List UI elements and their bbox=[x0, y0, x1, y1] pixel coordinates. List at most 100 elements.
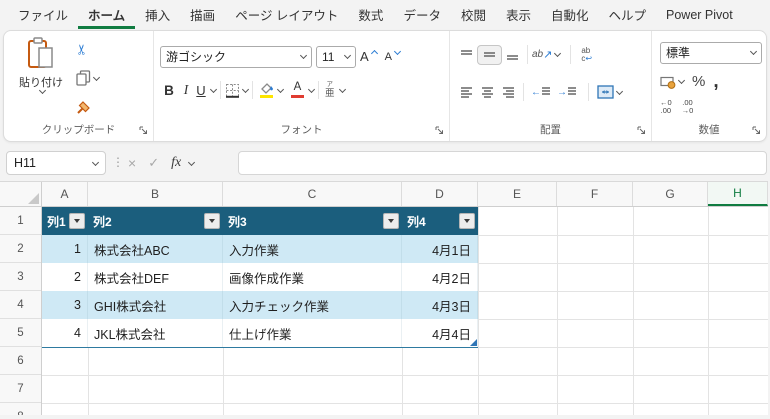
column-header-f[interactable]: F bbox=[557, 182, 633, 206]
paste-button[interactable]: 貼り付け bbox=[14, 37, 68, 119]
column-header-a[interactable]: A bbox=[42, 182, 88, 206]
row-header-4[interactable]: 4 bbox=[0, 291, 41, 319]
menu-tab-review[interactable]: 校閲 bbox=[451, 0, 496, 29]
menu-tab-insert[interactable]: 挿入 bbox=[135, 0, 180, 29]
bold-button[interactable]: B bbox=[160, 83, 178, 98]
column-header-e[interactable]: E bbox=[478, 182, 557, 206]
menu-tab-home[interactable]: ホーム bbox=[78, 0, 136, 29]
menu-tab-formulas[interactable]: 数式 bbox=[348, 0, 393, 29]
comma-style-button[interactable]: , bbox=[713, 71, 718, 91]
merge-center-button[interactable] bbox=[597, 85, 614, 99]
row-header-6[interactable]: 6 bbox=[0, 347, 41, 375]
table-resize-handle[interactable] bbox=[470, 339, 477, 346]
table-cell[interactable]: 1 bbox=[42, 235, 88, 263]
table-cell[interactable]: 4月4日 bbox=[402, 319, 478, 347]
menu-tab-view[interactable]: 表示 bbox=[496, 0, 541, 29]
orientation-button[interactable]: ab ↗ bbox=[532, 48, 552, 61]
font-color-button[interactable]: A bbox=[289, 82, 306, 98]
table-cell[interactable]: 3 bbox=[42, 291, 88, 319]
menu-tab-help[interactable]: ヘルプ bbox=[599, 0, 657, 29]
copy-button[interactable] bbox=[76, 68, 101, 88]
table-cell[interactable]: 入力チェック作業 bbox=[223, 291, 402, 319]
row-header-5[interactable]: 5 bbox=[0, 319, 41, 347]
menu-tab-draw[interactable]: 描画 bbox=[180, 0, 225, 29]
phonetic-dropdown-icon[interactable] bbox=[338, 85, 346, 93]
font-color-dropdown-icon[interactable] bbox=[307, 85, 316, 93]
row-header-1[interactable]: 1 bbox=[0, 207, 41, 235]
alignment-dialog-launcher-icon[interactable] bbox=[637, 126, 646, 135]
name-box[interactable]: H11 bbox=[6, 151, 106, 175]
filter-button-col2[interactable] bbox=[204, 213, 220, 229]
align-left-button[interactable] bbox=[456, 84, 477, 100]
row-header-7[interactable]: 7 bbox=[0, 375, 41, 403]
menu-tab-file[interactable]: ファイル bbox=[8, 0, 78, 29]
table-cell[interactable]: 4月2日 bbox=[402, 263, 478, 291]
borders-button[interactable] bbox=[225, 83, 240, 98]
merge-center-dropdown-icon[interactable] bbox=[615, 87, 624, 95]
table-cell[interactable]: 株式会社DEF bbox=[88, 263, 223, 291]
fill-color-button[interactable] bbox=[257, 82, 275, 98]
decrease-decimal-button[interactable]: .00 →0 bbox=[682, 98, 694, 116]
table-cell[interactable]: 株式会社ABC bbox=[88, 235, 223, 263]
align-top-button[interactable] bbox=[456, 47, 477, 63]
column-header-b[interactable]: B bbox=[88, 182, 223, 206]
table-cell[interactable]: 4月1日 bbox=[402, 235, 478, 263]
filter-button-col3[interactable] bbox=[383, 213, 399, 229]
table-cell[interactable]: 画像作成作業 bbox=[223, 263, 402, 291]
italic-button[interactable]: I bbox=[178, 82, 194, 98]
font-size-combo[interactable]: 11 bbox=[316, 45, 356, 68]
insert-function-button[interactable]: fx bbox=[171, 155, 181, 171]
column-header-g[interactable]: G bbox=[633, 182, 708, 206]
menu-tab-page-layout[interactable]: ページ レイアウト bbox=[225, 0, 348, 29]
increase-indent-button[interactable]: → bbox=[554, 87, 580, 98]
filter-button-col4[interactable] bbox=[459, 213, 475, 229]
table-cell[interactable]: GHI株式会社 bbox=[88, 291, 223, 319]
table-cell[interactable]: JKL株式会社 bbox=[88, 319, 223, 347]
align-bottom-button[interactable] bbox=[502, 47, 523, 63]
table-cell[interactable]: 4月3日 bbox=[402, 291, 478, 319]
decrease-indent-button[interactable]: ← bbox=[528, 87, 554, 98]
table-header-col3[interactable]: 列3 bbox=[223, 207, 402, 235]
table-header-col2[interactable]: 列2 bbox=[88, 207, 223, 235]
table-header-col4[interactable]: 列4 bbox=[402, 207, 478, 235]
font-name-combo[interactable]: 游ゴシック bbox=[160, 45, 312, 68]
underline-button[interactable]: U bbox=[194, 83, 208, 98]
align-center-button[interactable] bbox=[477, 84, 498, 100]
column-header-d[interactable]: D bbox=[402, 182, 478, 206]
filter-button-col1[interactable] bbox=[69, 213, 85, 229]
shrink-font-button[interactable]: A bbox=[381, 47, 404, 63]
table-cell[interactable]: 仕上げ作業 bbox=[223, 319, 402, 347]
align-right-button[interactable] bbox=[498, 84, 519, 100]
cancel-button[interactable]: × bbox=[128, 155, 136, 171]
enter-button[interactable]: ✓ bbox=[148, 155, 159, 171]
menu-tab-data[interactable]: データ bbox=[393, 0, 451, 29]
orientation-dropdown-icon[interactable] bbox=[554, 49, 562, 58]
formula-input[interactable] bbox=[238, 151, 767, 175]
column-header-c[interactable]: C bbox=[223, 182, 402, 206]
underline-dropdown-icon[interactable] bbox=[209, 85, 218, 93]
table-cell[interactable]: 入力作業 bbox=[223, 235, 402, 263]
percent-style-button[interactable]: % bbox=[692, 73, 705, 90]
increase-decimal-button[interactable]: ←0 .00 bbox=[660, 98, 672, 116]
table-cell[interactable]: 2 bbox=[42, 263, 88, 291]
insert-function-dropdown-icon[interactable] bbox=[188, 158, 196, 166]
fill-color-dropdown-icon[interactable] bbox=[276, 85, 285, 93]
font-dialog-launcher-icon[interactable] bbox=[435, 126, 444, 135]
wrap-text-button[interactable]: ab c↩ bbox=[581, 46, 592, 63]
row-header-3[interactable]: 3 bbox=[0, 263, 41, 291]
table-cell[interactable]: 4 bbox=[42, 319, 88, 347]
copy-dropdown-icon[interactable] bbox=[92, 73, 101, 81]
borders-dropdown-icon[interactable] bbox=[241, 85, 250, 93]
table-header-col1[interactable]: 列1 bbox=[42, 207, 88, 235]
number-dialog-launcher-icon[interactable] bbox=[752, 126, 761, 135]
column-header-h-selected[interactable]: H bbox=[708, 182, 768, 206]
format-painter-button[interactable] bbox=[76, 97, 99, 117]
accounting-format-button[interactable] bbox=[660, 75, 686, 89]
phonetic-guide-button[interactable]: ア 亜 bbox=[323, 81, 337, 98]
menu-tab-power-pivot[interactable]: Power Pivot bbox=[656, 0, 743, 29]
cut-button[interactable]: ✂ bbox=[73, 39, 99, 59]
select-all-button[interactable] bbox=[0, 182, 42, 206]
grow-font-button[interactable]: A bbox=[356, 49, 381, 64]
align-middle-button[interactable] bbox=[477, 44, 502, 65]
row-header-2[interactable]: 2 bbox=[0, 235, 41, 263]
